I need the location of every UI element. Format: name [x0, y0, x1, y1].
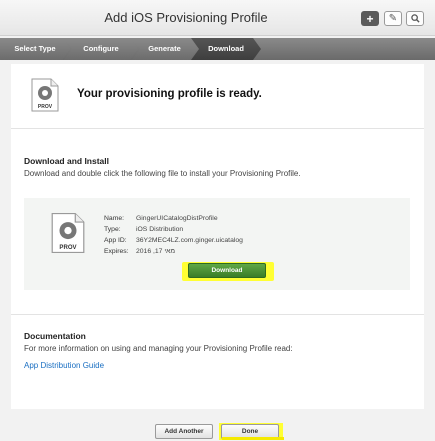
- detail-value: 2016 ,17 מאי: [136, 248, 176, 255]
- detail-label: App ID:: [104, 237, 127, 244]
- documentation-description: For more information on using and managi…: [24, 344, 293, 353]
- detail-value: GingerUICatalogDistProfile: [136, 215, 218, 222]
- ready-message: Your provisioning profile is ready.: [77, 88, 262, 100]
- title-bar: Add iOS Provisioning Profile + ✎: [0, 0, 435, 36]
- download-section-title: Download and Install: [24, 156, 110, 166]
- step-configure: Configure: [64, 38, 138, 60]
- documentation-title: Documentation: [24, 331, 86, 341]
- search-icon[interactable]: [406, 11, 424, 26]
- window-title: Add iOS Provisioning Profile: [104, 10, 268, 25]
- file-prov-label: PROV: [59, 245, 76, 251]
- profile-file-box: PROV Name: GingerUICatalogDistProfile Ty…: [24, 198, 410, 290]
- app-distribution-guide-link[interactable]: App Distribution Guide: [24, 361, 104, 370]
- detail-value: iOS Distribution: [136, 226, 184, 233]
- plus-icon[interactable]: +: [361, 11, 379, 26]
- provisioning-profile-icon: PROV: [31, 78, 59, 112]
- prov-label: PROV: [38, 104, 53, 110]
- done-underline: [222, 437, 284, 440]
- profile-details: Name: GingerUICatalogDistProfile Type: i…: [104, 213, 243, 257]
- detail-row-expires: Expires: 2016 ,17 מאי: [104, 246, 243, 257]
- step-select-type: Select Type: [0, 38, 70, 60]
- main-panel: PROV Your provisioning profile is ready.…: [11, 64, 424, 409]
- add-another-button[interactable]: Add Another: [155, 424, 213, 439]
- download-section-description: Download and double click the following …: [24, 169, 301, 178]
- download-button[interactable]: Download: [188, 263, 266, 278]
- step-progress-bar: Select Type Configure Generate Download: [0, 38, 435, 60]
- profile-file-icon: PROV: [51, 212, 85, 254]
- detail-row-app-id: App ID: 36Y2MEC4LZ.com.ginger.uicatalog: [104, 235, 243, 246]
- detail-row-type: Type: iOS Distribution: [104, 224, 243, 235]
- step-download: Download: [191, 38, 261, 60]
- divider: [11, 128, 424, 129]
- divider: [11, 314, 424, 315]
- detail-value: 36Y2MEC4LZ.com.ginger.uicatalog: [136, 237, 243, 244]
- detail-label: Name:: [104, 215, 125, 222]
- pencil-icon[interactable]: ✎: [384, 11, 402, 26]
- step-generate: Generate: [132, 38, 197, 60]
- detail-label: Type:: [104, 226, 121, 233]
- detail-row-name: Name: GingerUICatalogDistProfile: [104, 213, 243, 224]
- detail-label: Expires:: [104, 248, 129, 255]
